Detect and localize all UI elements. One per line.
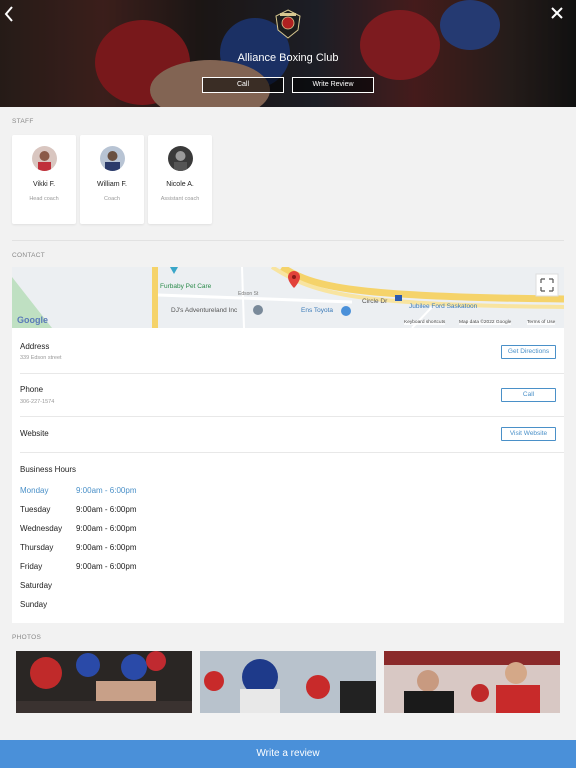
close-icon[interactable] xyxy=(550,5,568,23)
write-review-button[interactable]: Write Review xyxy=(292,77,374,93)
map-label: Edson St xyxy=(238,291,259,297)
hours-time: 9:00am - 6:00pm xyxy=(76,524,137,533)
visit-website-button[interactable]: Visit Website xyxy=(501,427,556,441)
write-a-review-button[interactable]: Write a review xyxy=(0,740,576,768)
hours-time: 9:00am - 6:00pm xyxy=(76,486,137,495)
address-value: 339 Edson street xyxy=(20,355,62,361)
staff-section-label: STAFF xyxy=(12,118,34,125)
staff-name: William F. xyxy=(97,181,127,188)
gallery-photo[interactable] xyxy=(384,651,560,713)
gallery-photo[interactable] xyxy=(200,651,376,713)
map-label: DJ's Adventureland Inc xyxy=(171,307,238,314)
staff-card[interactable]: Nicole A. Assistant coach xyxy=(148,135,212,224)
staff-role: Coach xyxy=(104,196,120,202)
row-divider xyxy=(20,416,564,417)
hours-time: 9:00am - 6:00pm xyxy=(76,562,137,571)
get-directions-button[interactable]: Get Directions xyxy=(501,345,556,359)
map-label: Ens Toyota xyxy=(301,307,334,314)
staff-card[interactable]: William F. Coach xyxy=(80,135,144,224)
chevron-left-icon[interactable] xyxy=(4,6,20,24)
contact-section-label: CONTACT xyxy=(12,252,46,259)
map-terms-link[interactable]: Terms of Use xyxy=(527,320,556,325)
hours-day: Friday xyxy=(20,562,43,571)
staff-name: Nicole A. xyxy=(166,181,194,188)
avatar xyxy=(31,146,57,171)
map-label: Jubilee Ford Saskatoon xyxy=(409,303,478,310)
hours-day: Wednesday xyxy=(20,524,63,533)
row-divider xyxy=(20,452,564,453)
avatar xyxy=(99,146,125,171)
location-map[interactable]: Furbaby Pet Care DJ's Adventureland Inc … xyxy=(12,267,564,328)
club-logo xyxy=(273,8,303,40)
business-hours-title: Business Hours xyxy=(20,465,77,474)
section-divider xyxy=(12,240,564,241)
call-phone-button[interactable]: Call xyxy=(501,388,556,402)
hours-day: Saturday xyxy=(20,581,53,590)
address-label: Address xyxy=(20,342,50,351)
phone-value: 306-227-1574 xyxy=(20,399,55,405)
row-divider xyxy=(20,373,564,374)
map-shortcuts-link[interactable]: Keyboard shortcuts xyxy=(404,320,446,325)
map-label: Furbaby Pet Care xyxy=(160,283,212,290)
google-logo: Google xyxy=(17,315,48,325)
staff-role: Head coach xyxy=(29,196,59,202)
avatar xyxy=(167,146,193,171)
hours-day: Thursday xyxy=(20,543,54,552)
staff-card[interactable]: Vikki F. Head coach xyxy=(12,135,76,224)
map-data-text: Map data ©2022 Google xyxy=(459,320,512,325)
gallery-photo[interactable] xyxy=(16,651,192,713)
phone-label: Phone xyxy=(20,385,44,394)
map-label: Circle Dr xyxy=(362,298,388,305)
hours-day: Monday xyxy=(20,486,49,495)
hours-day: Tuesday xyxy=(20,505,51,514)
contact-card: Furbaby Pet Care DJ's Adventureland Inc … xyxy=(12,267,564,623)
club-name: Alliance Boxing Club xyxy=(237,52,339,64)
hours-time: 9:00am - 6:00pm xyxy=(76,543,137,552)
hours-day: Sunday xyxy=(20,600,48,609)
call-button[interactable]: Call xyxy=(202,77,284,93)
hours-time: 9:00am - 6:00pm xyxy=(76,505,137,514)
website-label: Website xyxy=(20,429,49,438)
hero-banner: Alliance Boxing Club Call Write Review xyxy=(0,0,576,107)
photos-section-label: PHOTOS xyxy=(12,634,42,641)
staff-role: Assistant coach xyxy=(160,196,200,202)
staff-name: Vikki F. xyxy=(32,181,56,188)
